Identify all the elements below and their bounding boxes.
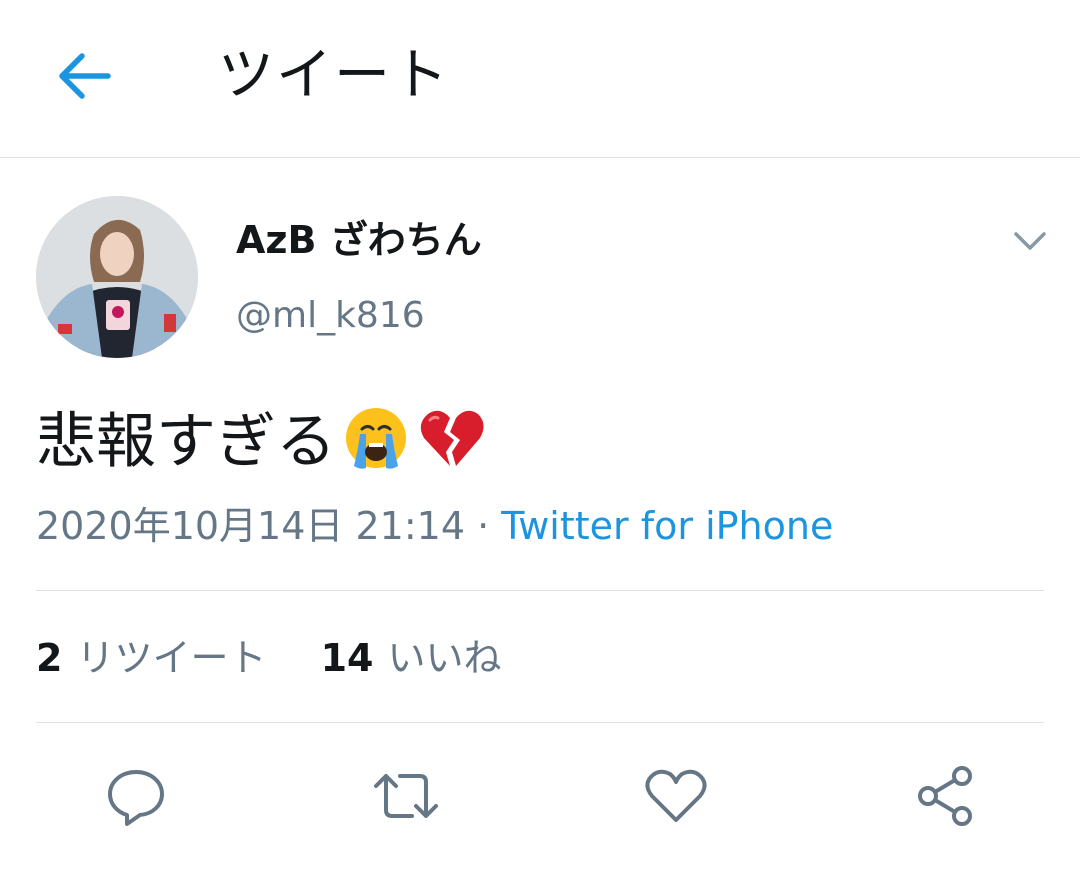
- page-title: ツイート: [218, 43, 450, 108]
- broken-heart-icon: [416, 402, 488, 494]
- likes-count: 14: [320, 636, 374, 680]
- user-display-name[interactable]: AzB ざわちん: [236, 214, 482, 266]
- tweet-stats: 2 リツイート 14 いいね: [36, 632, 543, 684]
- retweet-icon: [374, 774, 438, 818]
- reply-icon: [108, 770, 164, 826]
- likes-stat[interactable]: 14 いいね: [321, 632, 502, 684]
- arrow-left-icon: [59, 53, 111, 99]
- tweet-timestamp: 2020年10月14日 21:14: [36, 504, 466, 548]
- retweets-stat[interactable]: 2 リツイート: [36, 632, 266, 684]
- retweets-count: 2: [36, 636, 63, 680]
- retweet-button[interactable]: [370, 760, 442, 832]
- tweet-menu-button[interactable]: [1008, 222, 1052, 258]
- like-button[interactable]: [640, 760, 712, 832]
- tweet-body: 悲報すぎる: [36, 407, 336, 477]
- chevron-down-icon: [1014, 232, 1046, 250]
- share-button[interactable]: [910, 760, 982, 832]
- loudly-crying-face-icon: [340, 402, 412, 494]
- retweets-label: リツイート: [76, 636, 267, 680]
- tweet-meta: 2020年10月14日 21:14 · Twitter for iPhone: [36, 500, 833, 552]
- user-handle[interactable]: @ml_k816: [236, 290, 425, 342]
- divider: [36, 722, 1044, 723]
- meta-separator: ·: [477, 504, 490, 548]
- app-header: ツイート: [0, 0, 1080, 158]
- avatar[interactable]: [36, 196, 198, 358]
- reply-button[interactable]: [100, 760, 172, 832]
- divider: [36, 590, 1044, 591]
- tweet-text: 悲報すぎる: [36, 402, 488, 494]
- avatar-image: [36, 196, 198, 358]
- back-button[interactable]: [48, 44, 120, 108]
- share-icon: [918, 766, 972, 826]
- tweet-source-link[interactable]: Twitter for iPhone: [501, 504, 833, 548]
- like-icon: [645, 769, 707, 822]
- likes-label: いいね: [387, 636, 502, 680]
